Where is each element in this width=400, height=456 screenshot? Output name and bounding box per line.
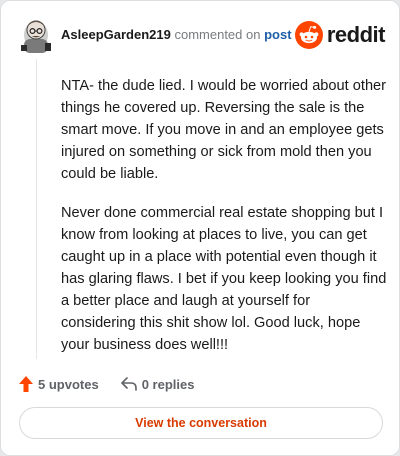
upvotes-count: 5 upvotes <box>38 376 99 392</box>
replies-count: 0 replies <box>141 376 195 392</box>
view-conversation-button[interactable]: View the conversation <box>19 407 383 439</box>
upvote-arrow-icon <box>19 376 33 392</box>
comment-header: AsleepGarden219 commented on post reddit <box>19 15 386 55</box>
embedded-comment-card: AsleepGarden219 commented on post reddit… <box>0 0 400 456</box>
reddit-snoo-icon <box>294 21 323 49</box>
comment-byline: AsleepGarden219 commented on post <box>61 27 292 42</box>
comment-paragraph: Never done commercial real estate shoppi… <box>61 205 387 353</box>
post-link[interactable]: post <box>264 27 291 42</box>
commented-on-text: commented on <box>174 27 261 42</box>
comment-actions: 5 upvotes 0 replies <box>19 373 216 395</box>
reddit-logo[interactable]: reddit <box>294 20 386 50</box>
user-avatar[interactable] <box>19 15 53 53</box>
thread-line <box>36 59 37 359</box>
upvote-button[interactable]: 5 upvotes <box>19 376 99 392</box>
username-link[interactable]: AsleepGarden219 <box>61 27 171 42</box>
reddit-wordmark: reddit <box>326 22 386 47</box>
reply-arrow-icon <box>120 377 137 391</box>
comment-paragraph: NTA- the dude lied. I would be worried a… <box>61 78 387 182</box>
comment-body: NTA- the dude lied. I would be worried a… <box>61 75 387 373</box>
reply-button[interactable]: 0 replies <box>120 376 195 392</box>
